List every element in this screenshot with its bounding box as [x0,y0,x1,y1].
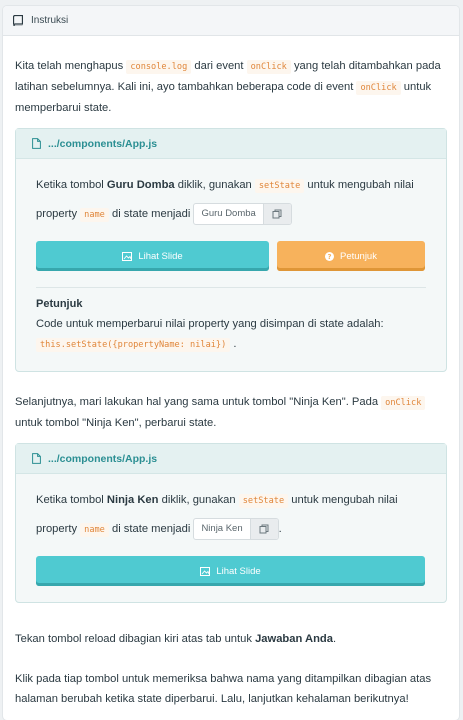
answer-tab-name: Jawaban Anda [255,633,333,645]
code-onclick: onClick [246,60,291,74]
button-name: Ninja Ken [106,494,159,506]
panel-header: Instruksi [3,6,459,36]
task-text: diklik, gunakan [161,494,236,506]
task-box-guru-domba: .../components/App.js Ketika tombol Guru… [15,128,447,372]
intro-text: Kita telah menghapus [15,60,124,72]
middle-text: Selanjutnya, mari lakukan hal yang sama … [15,396,379,408]
copy-icon [272,209,282,219]
slide-icon [200,566,211,576]
task-description: Ketika tombol Ninja Ken diklik, gunakan … [36,486,426,544]
copy-button[interactable] [249,519,278,540]
view-slide-label: Lihat Slide [216,565,261,577]
instruction-panel: Instruksi Kita telah menghapus console.l… [3,6,459,720]
code-onclick: onClick [381,396,426,410]
task-text: di state menjadi [111,208,191,220]
question-circle-icon: ? [325,251,334,261]
copy-value: Guru Domba [201,208,256,220]
intro-paragraph: Kita telah menghapus console.log dari ev… [15,56,447,118]
hint-button[interactable]: ? Petunjuk [277,241,425,271]
reload-paragraph: Tekan tombol reload dibagian kiri atas t… [15,629,447,649]
hint-code: this.setState({propertyName: nilai}) [36,338,231,352]
middle-text: untuk tombol "Ninja Ken", perbarui state… [15,417,217,429]
copy-field: Guru Domba [193,203,292,226]
code-name: name [80,523,109,537]
view-slide-button[interactable]: Lihat Slide [36,556,425,586]
middle-paragraph: Selanjutnya, mari lakukan hal yang sama … [15,392,447,433]
code-onclick: onClick [356,81,401,95]
copy-button[interactable] [262,204,291,225]
hint-body: Code untuk memperbarui nilai property ya… [36,318,384,330]
slide-icon [122,251,133,261]
view-slide-button[interactable]: Lihat Slide [36,241,269,271]
task-text: diklik, gunakan [177,179,252,191]
hint-title: Petunjuk [36,298,83,310]
file-path-header: .../components/App.js [16,444,446,474]
view-slide-label: Lihat Slide [138,250,183,262]
panel-title: Instruksi [31,15,69,26]
task-text: di state menjadi [111,523,191,535]
code-setstate: setState [254,179,305,193]
hint-end: . [233,338,237,350]
code-setstate: setState [238,494,289,508]
task-box-ninja-ken: .../components/App.js Ketika tombol Ninj… [15,443,447,603]
svg-text:?: ? [327,253,331,261]
task-description: Ketika tombol Guru Domba diklik, gunakan… [36,171,426,229]
code-name: name [80,208,109,222]
task-text: Ketika tombol [36,494,104,506]
copy-field: Ninja Ken [193,518,279,541]
file-path-header: .../components/App.js [16,129,446,159]
button-name: Guru Domba [106,179,175,191]
book-icon [13,15,23,26]
file-path: .../components/App.js [48,137,158,150]
hint-label: Petunjuk [340,250,377,262]
final-paragraph: Klik pada tiap tombol untuk memeriksa ba… [15,673,432,705]
task-text: Ketika tombol [36,179,104,191]
file-icon [32,138,41,149]
footer-end: . [332,633,337,645]
code-console-log: console.log [126,60,192,74]
copy-value: Ninja Ken [201,523,243,535]
file-path: .../components/App.js [48,452,158,465]
file-icon [32,453,41,464]
copy-icon [259,524,269,534]
task-end: . [278,523,282,535]
divider [36,287,426,288]
hint-text: Code untuk memperbarui nilai property ya… [36,314,426,355]
intro-text: dari event [194,60,244,72]
footer-text: Tekan tombol reload dibagian kiri atas t… [15,633,252,645]
